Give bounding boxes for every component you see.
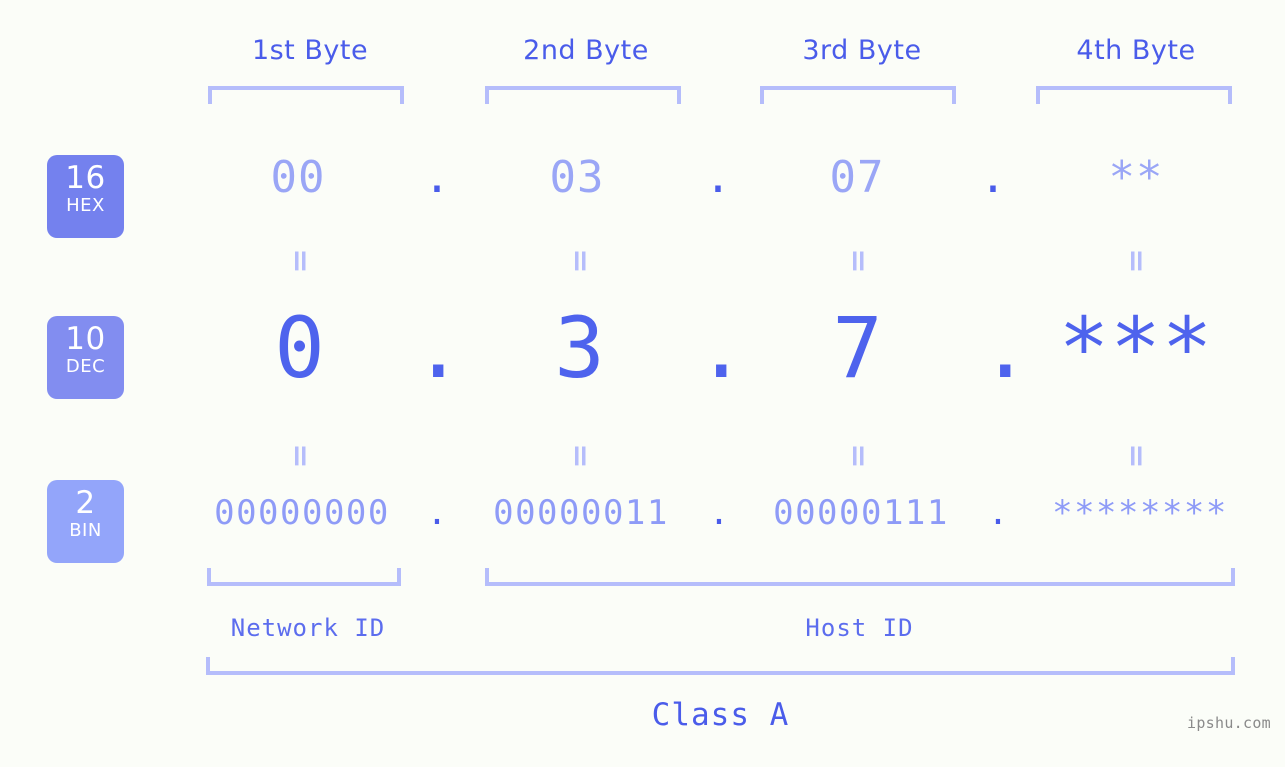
bin-separator-2: . [708, 493, 730, 533]
equals-connector-hex-dec-1: = [180, 246, 420, 276]
byte-column-label-2: 2nd Byte [523, 35, 649, 66]
base-badge-dec-number: 10 [65, 321, 106, 357]
equals-connector-hex-dec-2: = [460, 246, 700, 276]
base-badge-bin-number: 2 [75, 485, 96, 521]
network-id-label: Network ID [230, 614, 386, 642]
byte-bracket-2 [485, 86, 681, 104]
hex-byte-3: 07 [829, 152, 885, 203]
equals-glyph: = [1118, 443, 1154, 469]
dec-byte-2: 3 [554, 299, 606, 397]
hex-separator-1: . [423, 152, 451, 203]
equals-glyph: = [562, 443, 598, 469]
equals-glyph: = [840, 443, 876, 469]
equals-glyph: = [840, 248, 876, 274]
base-badge-hex-number: 16 [65, 160, 106, 196]
bin-byte-3: 00000111 [773, 493, 949, 533]
base-badge-dec: 10 DEC [47, 316, 124, 399]
equals-connector-hex-dec-4: = [1016, 246, 1256, 276]
network-id-bracket [207, 568, 401, 586]
dec-byte-1: 0 [274, 299, 326, 397]
equals-glyph: = [1118, 248, 1154, 274]
equals-glyph: = [282, 248, 318, 274]
bin-separator-3: . [987, 493, 1009, 533]
equals-connector-dec-bin-2: = [460, 441, 700, 471]
host-id-label: Host ID [805, 614, 914, 642]
equals-connector-dec-bin-3: = [738, 441, 978, 471]
dec-separator-2: . [696, 299, 747, 397]
hex-byte-4: ** [1108, 152, 1164, 203]
bin-byte-1: 00000000 [214, 493, 390, 533]
byte-bracket-1 [208, 86, 404, 104]
hex-byte-2: 03 [549, 152, 605, 203]
bin-byte-4: ******** [1052, 493, 1228, 533]
byte-column-label-1: 1st Byte [251, 35, 369, 66]
equals-connector-hex-dec-3: = [738, 246, 978, 276]
equals-connector-dec-bin-4: = [1016, 441, 1256, 471]
dec-byte-4: *** [1058, 299, 1214, 397]
bin-separator-1: . [426, 493, 448, 533]
base-badge-bin-name: BIN [69, 520, 102, 541]
class-bracket [206, 657, 1235, 675]
byte-bracket-3 [760, 86, 956, 104]
base-badge-hex-name: HEX [66, 195, 105, 216]
class-label: Class A [651, 697, 790, 733]
host-id-bracket [485, 568, 1235, 586]
byte-bracket-4 [1036, 86, 1232, 104]
hex-byte-1: 00 [270, 152, 326, 203]
base-badge-hex: 16 HEX [47, 155, 124, 238]
hex-separator-3: . [979, 152, 1007, 203]
equals-connector-dec-bin-1: = [180, 441, 420, 471]
dec-separator-1: . [413, 299, 464, 397]
base-badge-bin: 2 BIN [47, 480, 124, 563]
equals-glyph: = [282, 443, 318, 469]
hex-separator-2: . [704, 152, 732, 203]
dec-byte-3: 7 [832, 299, 884, 397]
byte-column-label-3: 3rd Byte [802, 35, 922, 66]
equals-glyph: = [562, 248, 598, 274]
byte-column-label-4: 4th Byte [1076, 35, 1196, 66]
site-watermark: ipshu.com [1187, 714, 1271, 732]
base-badge-dec-name: DEC [65, 356, 106, 377]
bin-byte-2: 00000011 [493, 493, 669, 533]
dec-separator-3: . [980, 299, 1031, 397]
ip-breakdown-diagram: 1st Byte 2nd Byte 3rd Byte 4th Byte 16 H… [0, 0, 1285, 767]
